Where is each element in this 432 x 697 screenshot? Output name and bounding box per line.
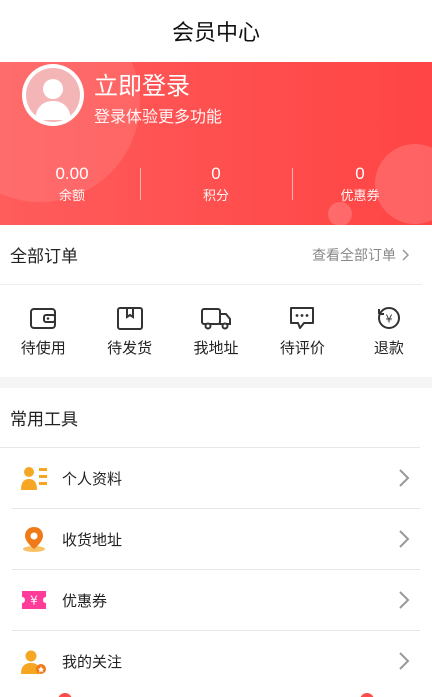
member-banner: 立即登录 登录体验更多功能 0.00 余额 0 积分 0 优惠券: [0, 62, 432, 225]
chevron-right-icon: [402, 248, 410, 261]
avatar[interactable]: [22, 64, 84, 126]
stat-coupons[interactable]: 0 优惠券: [288, 162, 432, 212]
default-avatar-icon: [26, 68, 80, 122]
tool-item-shipping-address[interactable]: 收货地址: [12, 509, 420, 570]
orders-title: 全部订单: [10, 247, 78, 266]
tool-item-label: 优惠券: [62, 592, 108, 610]
stat-label: 余额: [58, 188, 85, 203]
tool-item-profile[interactable]: 个人资料: [12, 448, 420, 509]
svg-text:¥: ¥: [30, 594, 38, 608]
package-icon: [116, 306, 143, 330]
chevron-right-icon: [399, 469, 410, 487]
order-status-bar: 待使用 待发货 我地址 待评价 ¥ 退款: [0, 285, 432, 377]
tools-section: 常用工具 个人资料 收货地址 ¥ 优惠券 我的关注: [0, 388, 432, 697]
stat-label: 优惠券: [340, 188, 380, 203]
chevron-right-icon: [399, 591, 410, 609]
tool-item-label: 个人资料: [62, 470, 123, 488]
tool-item-coupons[interactable]: ¥ 优惠券: [12, 570, 420, 631]
tools-title: 常用工具: [0, 388, 420, 448]
view-all-orders-label: 查看全部订单: [312, 246, 396, 263]
stat-divider: [140, 168, 141, 200]
svg-text:¥: ¥: [385, 312, 392, 325]
chevron-right-icon: [399, 530, 410, 548]
stat-value: 0: [211, 164, 221, 183]
login-link[interactable]: 立即登录: [94, 66, 190, 101]
orders-section: 全部订单 查看全部订单 待使用 待发货 我地址 待评价 ¥ 退款: [0, 225, 432, 377]
tool-item-label: 我的关注: [62, 654, 123, 671]
orders-header: 全部订单 查看全部订单: [0, 225, 422, 285]
login-subtitle: 登录体验更多功能: [94, 109, 223, 126]
profile-card-icon: [21, 467, 47, 490]
tab-home-icon[interactable]: [58, 693, 72, 697]
order-tab-label: 待评价: [279, 339, 325, 357]
chevron-right-icon: [399, 652, 410, 670]
order-tab-label: 待使用: [20, 339, 66, 357]
truck-icon: [201, 307, 232, 329]
stat-points[interactable]: 0 积分: [144, 162, 288, 212]
refund-icon: ¥: [377, 306, 400, 329]
order-tab-address[interactable]: 我地址: [173, 305, 259, 358]
order-tab-to-ship[interactable]: 待发货: [86, 305, 172, 358]
coupon-icon: ¥: [22, 591, 46, 609]
location-pin-icon: [23, 527, 45, 552]
order-tab-to-review[interactable]: 待评价: [259, 305, 345, 358]
top-bar: 会员中心: [0, 0, 432, 62]
stat-label: 积分: [202, 188, 229, 203]
view-all-orders-link[interactable]: 查看全部订单: [312, 245, 410, 265]
order-tab-label: 退款: [373, 339, 404, 357]
order-tab-label: 待发货: [107, 339, 153, 357]
bottom-tab-bar: [0, 690, 432, 697]
user-follow-icon: [21, 650, 46, 674]
tab-member-icon[interactable]: [360, 693, 374, 697]
account-stats: 0.00 余额 0 积分 0 优惠券: [0, 162, 432, 212]
stat-balance[interactable]: 0.00 余额: [0, 162, 144, 212]
stat-value: 0: [355, 164, 365, 183]
order-tab-refund[interactable]: ¥ 退款: [346, 305, 432, 358]
order-tab-to-use[interactable]: 待使用: [0, 305, 86, 358]
page-title: 会员中心: [171, 20, 260, 45]
tool-item-following[interactable]: 我的关注: [12, 631, 420, 692]
wallet-icon: [30, 307, 57, 329]
stat-value: 0.00: [55, 164, 89, 183]
stat-divider: [292, 168, 293, 200]
comment-icon: [290, 306, 315, 329]
tool-item-label: 收货地址: [62, 531, 123, 549]
order-tab-label: 我地址: [193, 339, 239, 357]
